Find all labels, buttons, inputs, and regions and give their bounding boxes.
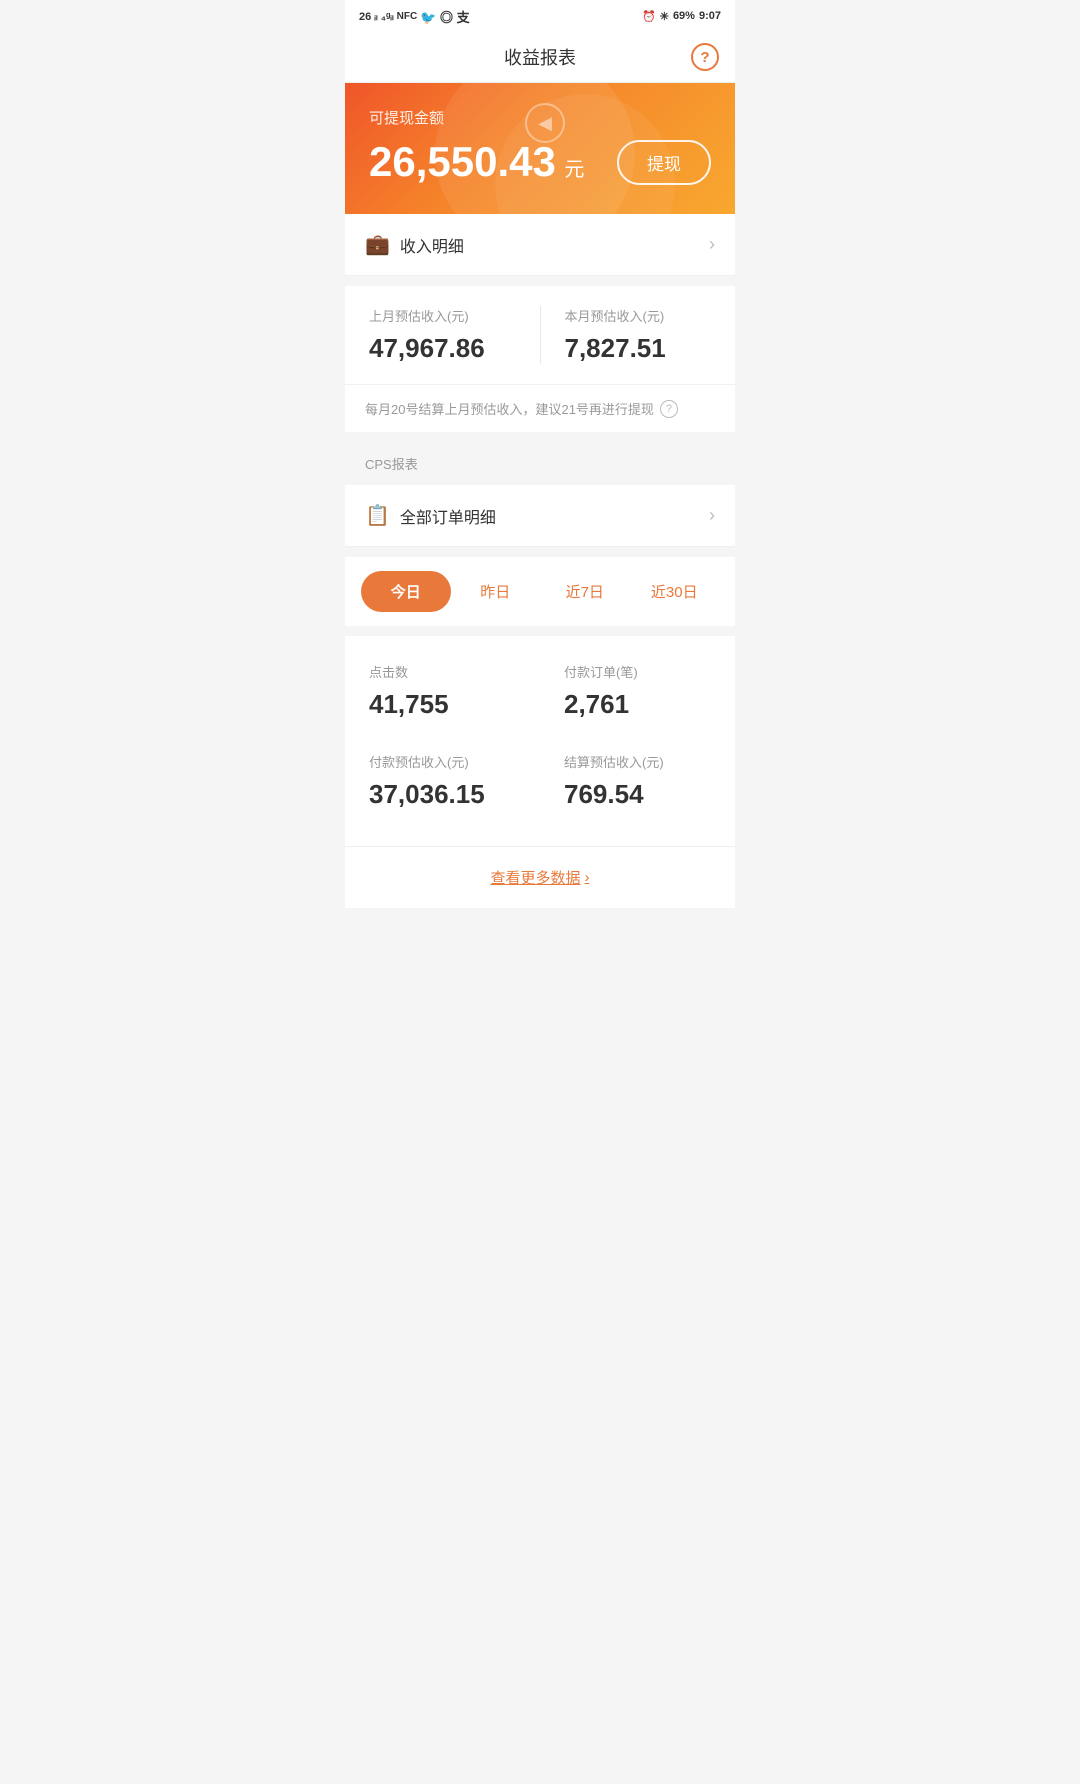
order-icon: 📋 <box>365 503 390 528</box>
tab-30days[interactable]: 近30日 <box>630 571 720 612</box>
pay-orders-stat: 付款订单(笔) 2,761 <box>540 646 735 736</box>
cps-order-card: 📋 全部订单明细 › <box>345 485 735 547</box>
more-data-row: 查看更多数据 › <box>345 846 735 908</box>
balance-banner: ◀ 可提现金额 26,550.43 元 提现 <box>345 83 735 214</box>
bluetooth-icon: ✳ <box>660 10 669 23</box>
tabs-card: 今日 昨日 近7日 近30日 <box>345 557 735 626</box>
balance-label: 可提现金额 <box>369 107 711 128</box>
help-button[interactable]: ? <box>691 43 719 71</box>
page-title: 收益报表 <box>504 44 576 70</box>
pay-estimate-stat: 付款预估收入(元) 37,036.15 <box>345 736 540 826</box>
income-chevron-icon: › <box>709 234 715 255</box>
cps-order-left: 📋 全部订单明细 <box>365 503 496 528</box>
click-count-label: 点击数 <box>369 662 516 681</box>
cps-section-header: CPS报表 <box>345 442 735 485</box>
nfc-icon: NFC <box>397 11 418 22</box>
income-icon: 💼 <box>365 232 390 257</box>
cps-order-label: 全部订单明细 <box>400 504 496 528</box>
income-detail-row[interactable]: 💼 收入明细 › <box>345 214 735 276</box>
notice-text: 每月20号结算上月预估收入，建议21号再进行提现 <box>365 399 654 418</box>
top-nav: 收益报表 ? <box>345 32 735 83</box>
tabs-row: 今日 昨日 近7日 近30日 <box>345 557 735 626</box>
income-detail-card: 💼 收入明细 › <box>345 214 735 276</box>
notice-row: 每月20号结算上月预估收入，建议21号再进行提现 ? <box>345 384 735 432</box>
notice-help-icon[interactable]: ? <box>660 400 678 418</box>
time-display: 9:07 <box>699 10 721 22</box>
settle-estimate-value: 769.54 <box>564 779 711 810</box>
order-chevron-icon: › <box>709 505 715 526</box>
click-count-stat: 点击数 41,755 <box>345 646 540 736</box>
cps-order-row[interactable]: 📋 全部订单明细 › <box>345 485 735 547</box>
monthly-stats-container: 上月预估收入(元) 47,967.86 本月预估收入(元) 7,827.51 <box>345 286 735 384</box>
tab-7days[interactable]: 近7日 <box>540 571 630 612</box>
more-data-link[interactable]: 查看更多数据 › <box>490 867 589 888</box>
cps-header-label: CPS报表 <box>365 457 418 472</box>
banner-icon: ◀ <box>525 103 565 143</box>
withdraw-button[interactable]: 提现 <box>617 140 711 185</box>
last-month-stats: 上月预估收入(元) 47,967.86 <box>345 306 540 364</box>
pay-estimate-label: 付款预估收入(元) <box>369 752 516 771</box>
pay-estimate-value: 37,036.15 <box>369 779 516 810</box>
cps-stats-grid: 点击数 41,755 付款订单(笔) 2,761 付款预估收入(元) 37,03… <box>345 636 735 846</box>
signal-icons: 26 ᵢₗ ₄ᵍᵢₗ <box>359 10 394 23</box>
status-bar: 26 ᵢₗ ₄ᵍᵢₗ NFC 🐦 ◎ 支 ⏰ ✳ 69% 9:07 <box>345 0 735 32</box>
more-data-chevron-icon: › <box>585 869 590 886</box>
status-right: ⏰ ✳ 69% 9:07 <box>642 10 721 23</box>
income-detail-left: 💼 收入明细 <box>365 232 464 257</box>
settle-estimate-label: 结算预估收入(元) <box>564 752 711 771</box>
balance-amount: 26,550.43 元 <box>369 138 584 186</box>
last-month-label: 上月预估收入(元) <box>369 306 516 325</box>
monthly-stats-card: 上月预估收入(元) 47,967.86 本月预估收入(元) 7,827.51 每… <box>345 286 735 432</box>
battery-text: 69% <box>673 10 695 22</box>
this-month-value: 7,827.51 <box>565 333 712 364</box>
this-month-stats: 本月预估收入(元) 7,827.51 <box>540 306 736 364</box>
alarm-icon: ⏰ <box>642 10 656 23</box>
tab-yesterday[interactable]: 昨日 <box>451 571 541 612</box>
pay-orders-value: 2,761 <box>564 689 711 720</box>
click-count-value: 41,755 <box>369 689 516 720</box>
tab-today[interactable]: 今日 <box>361 571 451 612</box>
pay-orders-label: 付款订单(笔) <box>564 662 711 681</box>
extra-icons: 🐦 ◎ 支 <box>420 7 469 26</box>
income-detail-label: 收入明细 <box>400 233 464 257</box>
status-left: 26 ᵢₗ ₄ᵍᵢₗ NFC 🐦 ◎ 支 <box>359 7 470 26</box>
settle-estimate-stat: 结算预估收入(元) 769.54 <box>540 736 735 826</box>
balance-row: 26,550.43 元 提现 <box>369 138 711 186</box>
this-month-label: 本月预估收入(元) <box>565 306 712 325</box>
balance-unit: 元 <box>564 159 584 181</box>
last-month-value: 47,967.86 <box>369 333 516 364</box>
